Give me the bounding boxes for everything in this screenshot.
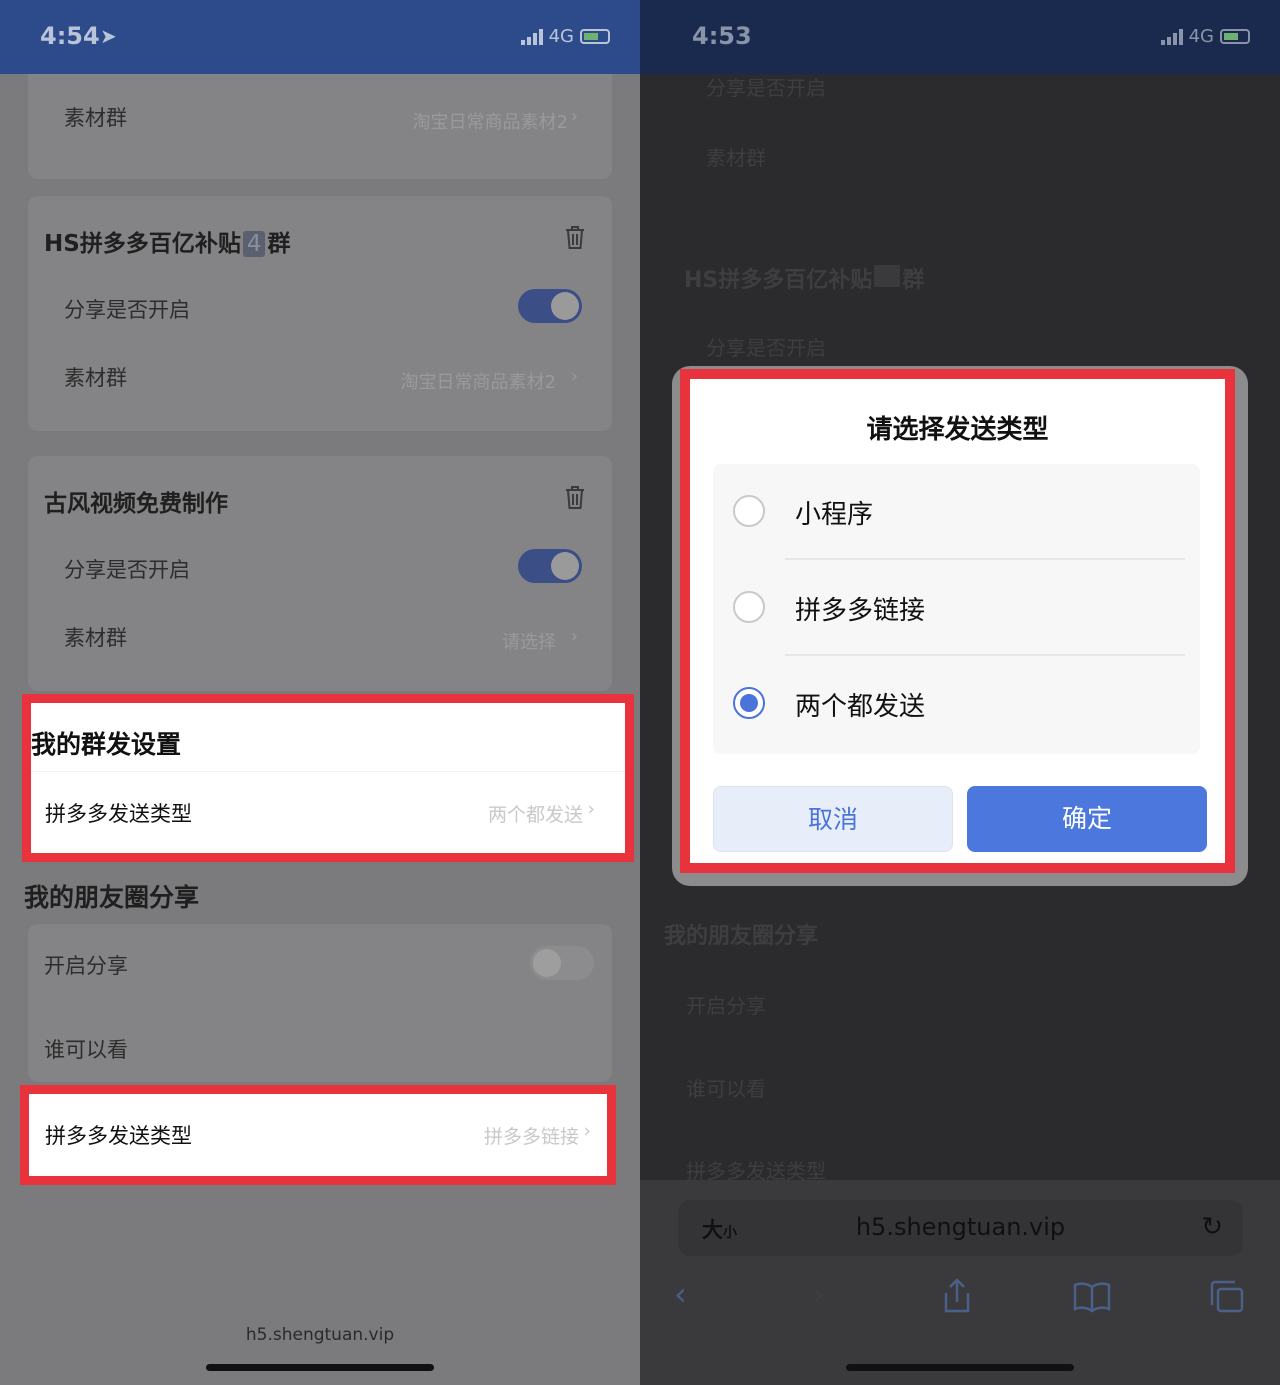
open-share-label: 开启分享 [44,954,128,978]
group-card-gufeng: 古风视频免费制作 分享是否开启 素材群 请选择 › [28,456,612,691]
status-time: 4:54 [40,22,100,50]
status-time: 4:53 [692,22,752,50]
radio-button[interactable] [733,591,765,623]
confirm-button[interactable]: 确定 [967,786,1207,852]
moments-title: 我的朋友圈分享 [664,924,819,949]
group-title: HS拼多多百亿补贴 群 [684,262,924,294]
address-bar[interactable]: 大小 h5.shengtuan.vip ↻ [678,1200,1243,1256]
share-toggle[interactable] [518,289,582,323]
network-label: 4G [1188,26,1214,47]
status-bar: 4:53 4G [640,0,1280,74]
group-card-hs: HS拼多多百亿补贴 4 群 分享是否开启 素材群 淘宝日常商品素材2 › [28,196,612,431]
send-type-value: 两个都发送 [487,804,583,826]
material-label: 素材群 [706,146,766,170]
moments-send-type-highlight[interactable]: 拼多多发送类型 拼多多链接 › [20,1085,616,1185]
back-icon[interactable]: ‹ [674,1275,687,1313]
chevron-right-icon: › [587,798,595,820]
group-send-type-row[interactable]: 拼多多发送类型 两个都发送 › [31,771,625,853]
share-toggle[interactable] [518,549,582,583]
material-value: 淘宝日常商品素材2 [412,112,568,133]
share-toggle-label: 分享是否开启 [64,558,190,582]
material-label: 素材群 [64,366,127,390]
chevron-right-icon: › [570,106,578,127]
share-toggle-label: 分享是否开启 [706,76,826,100]
radio-button-checked[interactable] [733,687,765,719]
safari-toolbar: 大小 h5.shengtuan.vip ↻ ‹ › [640,1180,1280,1385]
option-mini-program[interactable]: 小程序 [713,464,1200,560]
dialog-title: 请选择发送类型 [866,415,1049,445]
settings-content: 素材群 淘宝日常商品素材2 › HS拼多多百亿补贴 4 群 分享是否开启 素材群 淘… [0,74,640,1385]
group-title-text: HS拼多多百亿补贴 [44,231,241,257]
send-type-label: 拼多多发送类型 [45,802,192,826]
home-indicator [846,1364,1074,1371]
material-label: 素材群 [64,626,127,650]
cancel-button[interactable]: 取消 [713,786,953,852]
status-indicators: 4G [520,26,610,47]
trash-icon[interactable] [564,484,586,510]
bookmarks-icon[interactable] [1072,1281,1112,1313]
page-url: h5.shengtuan.vip [245,1325,395,1345]
status-bar: 4:54 ➤ 4G [0,0,640,74]
battery-icon [1220,29,1250,44]
group-title-suffix: 群 [902,268,925,293]
material-label: 素材群 [64,106,127,130]
group-title-text: HS拼多多百亿补贴 [684,268,873,293]
tabs-icon[interactable] [1208,1279,1246,1315]
signal-icon [1160,28,1183,45]
option-label: 拼多多链接 [795,596,926,626]
option-pdd-link[interactable]: 拼多多链接 [713,560,1200,656]
material-card[interactable]: 素材群 淘宝日常商品素材2 › [28,74,612,179]
send-type-dialog: 请选择发送类型 小程序 拼多多链接 两个都发送 取消 确定 [680,369,1235,873]
trash-icon[interactable] [564,224,586,250]
material-value[interactable]: 请选择 [502,628,556,654]
who-can-see-label[interactable]: 谁可以看 [44,1034,128,1064]
forward-icon[interactable]: › [812,1275,825,1313]
radio-button[interactable] [733,495,765,527]
group-send-title: 我的群发设置 [31,730,182,759]
moments-title: 我的朋友圈分享 [24,883,200,912]
option-label: 两个都发送 [795,692,926,722]
chevron-right-icon: › [570,366,578,387]
safari-nav-tools: ‹ › [640,1275,1280,1325]
chevron-right-icon: › [570,626,578,647]
material-value[interactable]: 淘宝日常商品素材2 [401,368,556,394]
share-toggle-label: 分享是否开启 [64,298,190,322]
group-title-suffix: 群 [267,231,291,257]
home-indicator [206,1364,434,1371]
option-label: 小程序 [795,500,874,530]
network-label: 4G [548,26,574,47]
group-send-settings-highlight: 我的群发设置 拼多多发送类型 两个都发送 › [22,694,634,862]
signal-icon [520,28,543,45]
group-badge: 4 [242,231,266,257]
group-title: HS拼多多百亿补贴 4 群 [44,224,290,258]
moments-card: 开启分享 谁可以看 [28,924,612,1082]
group-title: 古风视频免费制作 [44,491,228,517]
open-share-toggle[interactable] [530,946,594,980]
share-icon[interactable] [940,1277,974,1315]
send-type-value: 拼多多链接 [483,1126,579,1148]
chevron-right-icon: › [583,1120,591,1142]
who-can-see-label: 谁可以看 [686,1077,766,1101]
group-badge [874,265,901,287]
battery-icon [580,29,610,44]
left-phone-screen: 4:54 ➤ 4G 素材群 淘宝日常商品素材2 › HS拼多多百亿补贴 4 群 分享… [0,0,640,1385]
location-arrow-icon: ➤ [100,24,117,48]
reload-icon[interactable]: ↻ [1201,1212,1223,1242]
share-toggle-label: 分享是否开启 [706,336,826,360]
open-share-label: 开启分享 [686,994,766,1018]
address-url: h5.shengtuan.vip [855,1213,1066,1241]
status-indicators: 4G [1160,26,1250,47]
send-type-options: 小程序 拼多多链接 两个都发送 [713,464,1200,754]
option-both[interactable]: 两个都发送 [713,656,1200,752]
send-type-label: 拼多多发送类型 [45,1124,192,1148]
